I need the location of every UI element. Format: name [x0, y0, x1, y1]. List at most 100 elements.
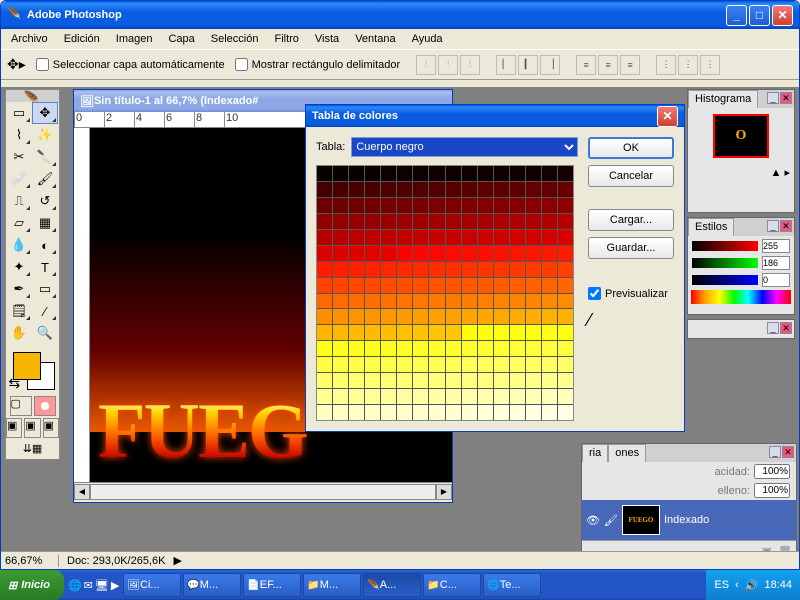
dialog-titlebar[interactable]: Tabla de colores ✕: [306, 105, 684, 127]
ruler-vertical[interactable]: [74, 128, 90, 482]
distribute-5-icon[interactable]: ⋮: [678, 55, 698, 75]
preview-checkbox[interactable]: Previsualizar: [588, 287, 674, 300]
menu-help[interactable]: Ayuda: [406, 31, 449, 47]
task-item[interactable]: 📄 EF...: [243, 573, 301, 597]
ok-button[interactable]: OK: [588, 137, 674, 159]
histogram-panel[interactable]: _✕ Histograma O ▲ ▸: [687, 89, 795, 213]
table-select[interactable]: Cuerpo negro: [351, 137, 578, 157]
task-item[interactable]: 🖼 Ci...: [123, 573, 181, 597]
ql-mail-icon[interactable]: ✉: [84, 579, 93, 592]
menu-layer[interactable]: Capa: [162, 31, 200, 47]
shape-tool[interactable]: ▭: [32, 278, 58, 300]
minimize-button[interactable]: _: [726, 5, 747, 26]
task-item-active[interactable]: 🪶 A...: [363, 573, 421, 597]
task-item[interactable]: 🌐 Te...: [483, 573, 541, 597]
ql-desktop-icon[interactable]: 🖥: [95, 579, 109, 592]
layer-row[interactable]: 👁 🖌 FUEGO Indexado: [582, 500, 796, 540]
load-button[interactable]: Cargar...: [588, 209, 674, 231]
layer-thumbnail[interactable]: FUEGO: [622, 505, 660, 535]
notes-tool[interactable]: 🗒: [6, 300, 32, 322]
b-value[interactable]: [762, 273, 790, 287]
menu-filter[interactable]: Filtro: [268, 31, 304, 47]
brush-tool[interactable]: 🖌: [32, 168, 58, 190]
tray-icon[interactable]: ‹: [735, 579, 739, 591]
dodge-tool[interactable]: ◐: [32, 234, 58, 256]
menu-window[interactable]: Ventana: [349, 31, 401, 47]
menu-image[interactable]: Imagen: [110, 31, 159, 47]
brush-lock-icon[interactable]: 🖌: [604, 514, 618, 527]
stamp-tool[interactable]: ⎍: [6, 190, 32, 212]
align-hcenter-icon[interactable]: ▎: [518, 55, 538, 75]
panel-close-icon[interactable]: ✕: [780, 322, 792, 334]
slice-tool[interactable]: 🔪: [32, 146, 58, 168]
menu-view[interactable]: Vista: [309, 31, 345, 47]
eyedropper-icon[interactable]: ⁄: [588, 310, 674, 331]
dialog-close-button[interactable]: ✕: [657, 106, 678, 127]
distribute-6-icon[interactable]: ⋮: [700, 55, 720, 75]
panel-close-icon[interactable]: ✕: [782, 446, 794, 458]
tab-layers-2[interactable]: ones: [608, 444, 646, 462]
panel-close-icon[interactable]: ✕: [780, 220, 792, 232]
start-button[interactable]: ⊞Inicio: [0, 570, 64, 600]
gradient-tool[interactable]: ▦: [32, 212, 58, 234]
g-slider[interactable]: [692, 258, 758, 268]
b-slider[interactable]: [692, 275, 758, 285]
save-button[interactable]: Guardar...: [588, 237, 674, 259]
r-slider[interactable]: [692, 241, 758, 251]
marquee-tool[interactable]: ▭: [6, 102, 32, 124]
ql-ie-icon[interactable]: 🌐: [68, 579, 82, 592]
panel-min-icon[interactable]: _: [769, 446, 781, 458]
lang-indicator[interactable]: ES: [714, 579, 729, 591]
type-tool[interactable]: T: [32, 256, 58, 278]
pen-tool[interactable]: ✒: [6, 278, 32, 300]
panel-min-icon[interactable]: _: [767, 322, 779, 334]
menu-file[interactable]: Archivo: [5, 31, 54, 47]
align-top-icon[interactable]: ⫶: [416, 55, 436, 75]
auto-select-checkbox[interactable]: Seleccionar capa automáticamente: [36, 58, 225, 71]
maximize-button[interactable]: □: [749, 5, 770, 26]
zoom-level[interactable]: 66,67%: [5, 555, 59, 567]
tab-histogram[interactable]: Histograma: [688, 90, 758, 108]
hand-tool[interactable]: ✋: [6, 322, 32, 344]
screen-std-icon[interactable]: ▣: [6, 418, 22, 438]
distribute-4-icon[interactable]: ⋮: [656, 55, 676, 75]
heal-tool[interactable]: 🩹: [6, 168, 32, 190]
task-item[interactable]: 📁 C...: [423, 573, 481, 597]
panel-close-icon[interactable]: ✕: [780, 92, 792, 104]
panel-menu-icon[interactable]: ▲ ▸: [688, 164, 794, 181]
scroll-left-icon[interactable]: ◀: [74, 484, 90, 500]
swap-colors-icon[interactable]: ⇆: [9, 375, 21, 392]
g-value[interactable]: [762, 256, 790, 270]
eraser-tool[interactable]: ▱: [6, 212, 32, 234]
scroll-right-icon[interactable]: ▶: [436, 484, 452, 500]
quickmask-mode-icon[interactable]: [34, 396, 56, 416]
tray-icon[interactable]: 🔊: [745, 579, 759, 592]
distribute-1-icon[interactable]: ≡: [576, 55, 596, 75]
tab-styles[interactable]: Estilos: [688, 218, 734, 236]
system-tray[interactable]: ES ‹ 🔊 18:44: [706, 570, 800, 600]
distribute-2-icon[interactable]: ≡: [598, 55, 618, 75]
align-left-icon[interactable]: ▏: [496, 55, 516, 75]
panel-min-icon[interactable]: _: [767, 92, 779, 104]
color-palette-grid[interactable]: [316, 165, 574, 421]
crop-tool[interactable]: ✂: [6, 146, 32, 168]
task-item[interactable]: 📁 M...: [303, 573, 361, 597]
tab-layers-1[interactable]: ria: [582, 444, 608, 462]
align-bottom-icon[interactable]: ⫶: [460, 55, 480, 75]
distribute-3-icon[interactable]: ≡: [620, 55, 640, 75]
menu-edit[interactable]: Edición: [58, 31, 106, 47]
align-right-icon[interactable]: ▕: [540, 55, 560, 75]
eye-icon[interactable]: 👁: [586, 514, 600, 527]
panel-min-icon[interactable]: _: [767, 220, 779, 232]
move-tool-icon[interactable]: ✥▸: [7, 56, 26, 73]
move-tool[interactable]: ✥: [32, 102, 58, 124]
screen-full-icon[interactable]: ▣: [24, 418, 40, 438]
spectrum-bar[interactable]: [691, 290, 791, 304]
standard-mode-icon[interactable]: ▢: [10, 396, 32, 416]
close-button[interactable]: ✕: [772, 5, 793, 26]
scrollbar-h[interactable]: ◀ ▶: [74, 482, 452, 500]
imageready-icon[interactable]: ⇊▦: [6, 442, 59, 455]
lasso-tool[interactable]: ⌇: [6, 124, 32, 146]
show-box-checkbox[interactable]: Mostrar rectángulo delimitador: [235, 58, 401, 71]
status-menu-icon[interactable]: ▶: [173, 554, 181, 567]
